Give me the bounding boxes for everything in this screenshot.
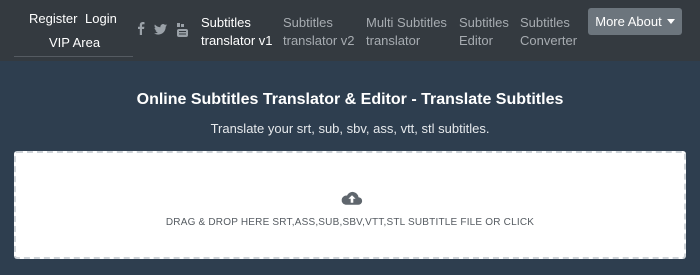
nav-line1: Subtitles bbox=[520, 15, 570, 30]
login-link[interactable]: Login bbox=[85, 11, 117, 26]
register-link[interactable]: Register bbox=[29, 11, 77, 26]
page-subtitle: Translate your srt, sub, sbv, ass, vtt, … bbox=[210, 121, 490, 136]
nav-line2: translator v1 bbox=[201, 33, 273, 48]
more-about-dropdown-button[interactable]: More About bbox=[588, 8, 682, 35]
file-dropzone[interactable]: DRAG & DROP HERE SRT,ASS,SUB,SBV,VTT,STL… bbox=[14, 151, 686, 259]
nav-line2: Editor bbox=[459, 33, 493, 48]
nav-subtitles-editor[interactable]: Subtitles Editor bbox=[459, 14, 509, 50]
nav-line2: translator v2 bbox=[283, 33, 355, 48]
vip-area-link[interactable]: VIP Area bbox=[49, 35, 100, 50]
nav-line1: Multi Subtitles bbox=[366, 15, 447, 30]
more-about-label: More About bbox=[595, 14, 662, 29]
nav-subtitles-converter[interactable]: Subtitles Converter bbox=[520, 14, 577, 50]
dropzone-text: DRAG & DROP HERE SRT,ASS,SUB,SBV,VTT,STL… bbox=[165, 217, 535, 228]
nav-line1: Subtitles bbox=[201, 15, 251, 30]
top-navbar: Register Login VIP Area Subtitles transl… bbox=[0, 0, 700, 61]
page-title: Online Subtitles Translator & Editor - T… bbox=[136, 91, 564, 108]
nav-multi-subtitles-translator[interactable]: Multi Subtitles translator bbox=[366, 14, 447, 50]
facebook-icon[interactable] bbox=[137, 22, 145, 35]
nav-line2: Converter bbox=[520, 33, 578, 48]
nav-subtitles-translator-v2[interactable]: Subtitles translator v2 bbox=[283, 14, 355, 50]
nav-line1: Subtitles bbox=[459, 15, 509, 30]
nav-subtitles-translator-v1[interactable]: Subtitles translator v1 bbox=[201, 14, 273, 50]
nav-line1: Subtitles bbox=[283, 15, 333, 30]
user-menu: Register Login VIP Area bbox=[14, 0, 133, 57]
twitter-icon[interactable] bbox=[154, 24, 167, 35]
youtube-icon[interactable] bbox=[177, 23, 188, 37]
cloud-upload-icon bbox=[341, 191, 363, 212]
nav-line2: translator bbox=[366, 33, 421, 48]
caret-down-icon bbox=[666, 19, 675, 24]
